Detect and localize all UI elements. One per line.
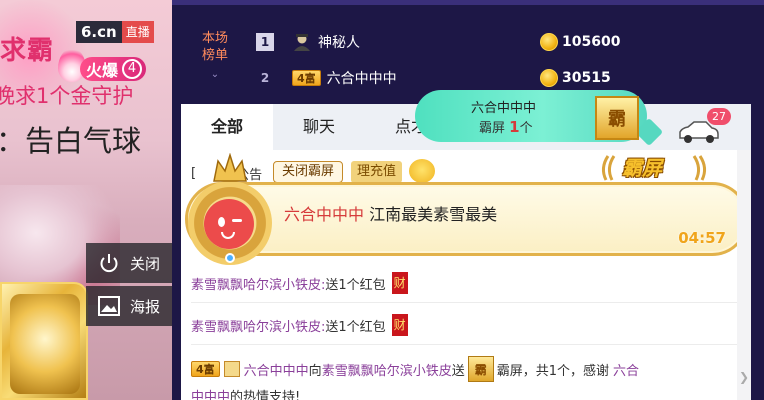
- video-overlay-line3: ：告白气球: [0, 124, 142, 158]
- close-ba-screen-button[interactable]: 关闭霸屏: [273, 161, 344, 183]
- rank-index: 2: [260, 71, 270, 85]
- coin-icon: [540, 69, 558, 87]
- emoji-icon: [409, 159, 435, 183]
- hot-label: 火爆: [86, 61, 119, 80]
- hot-rank-badge: 火爆 4: [58, 48, 147, 82]
- ba-gift-icon: 霸: [467, 356, 494, 382]
- ba-screen-badge: 霸屏: [598, 150, 710, 186]
- message-user[interactable]: 素雪飘飘哈尔滨小铁皮:: [191, 316, 325, 335]
- message-text: 送1个红包: [325, 319, 386, 335]
- divider: [191, 302, 737, 303]
- hot-rank-number: 4: [122, 59, 143, 79]
- ba-screen-banner: 六合中中中 江南最美素雪最美 04:57: [185, 153, 749, 265]
- close-video-label: 关闭: [130, 254, 161, 273]
- crown-icon: [213, 153, 247, 182]
- thanks-text: 的热情支持!: [230, 390, 301, 400]
- ba-gift-icon: 霸: [595, 96, 639, 140]
- ranking-row-2[interactable]: 2 4富 六合中中中 30515: [256, 64, 746, 92]
- send-text: 送: [451, 363, 465, 379]
- tab-chat[interactable]: 聊天: [273, 104, 365, 150]
- ranking-user-name: 神秘人: [318, 35, 360, 51]
- notice-bracket: [: [191, 166, 197, 181]
- user-icon: [223, 361, 240, 377]
- ba-message: 六合中中中 江南最美素雪最美: [284, 201, 497, 225]
- avatar: [188, 153, 272, 265]
- rank-index: 1: [256, 33, 274, 51]
- thank-name-cont[interactable]: 中中中: [191, 386, 230, 400]
- message-user[interactable]: 素雪飘飘哈尔滨小铁皮:: [191, 274, 325, 293]
- red-envelope-icon: 财: [391, 272, 408, 294]
- list-item-continued: 中中中 的热情支持!: [191, 386, 300, 400]
- ranking-user: 神秘人: [292, 32, 540, 52]
- to-text: 向: [308, 363, 322, 379]
- gold-gift-animation: [0, 282, 88, 400]
- ranking-coins: 30515: [562, 70, 611, 86]
- receiver-name[interactable]: 素雪飘飘哈尔滨小铁皮: [322, 360, 452, 379]
- ba-countdown: 04:57: [678, 229, 726, 247]
- ranking-row-1[interactable]: 1 神秘人 105600: [256, 28, 746, 56]
- message-text: 送1个红包: [325, 277, 386, 293]
- poster-button[interactable]: 海报: [86, 286, 172, 326]
- tab-all[interactable]: 全部: [181, 104, 273, 150]
- video-overlay-line1: 求霸: [0, 36, 55, 66]
- ba-message-text: 江南最美素雪最美: [369, 205, 498, 224]
- ba-badge-text: 霸屏: [622, 156, 662, 180]
- chat-scrollbar[interactable]: ❯: [737, 150, 751, 400]
- live-label: 直播: [121, 21, 154, 43]
- list-item: 素雪飘飘哈尔滨小铁皮: 送1个红包 财: [191, 314, 408, 336]
- close-video-button[interactable]: 关闭: [86, 243, 172, 283]
- ba-card-count: 霸屏 1个: [479, 117, 533, 136]
- list-item: 4富 六合中中中 向 素雪飘飘哈尔滨小铁皮 送 霸 霸屏，共1个，感谢 六合: [191, 356, 639, 382]
- recharge-link[interactable]: 理充值: [351, 161, 403, 183]
- chevron-right-icon: ❯: [739, 370, 750, 384]
- image-icon: [96, 293, 122, 319]
- video-overlay-line2: 晚求1个金守护: [0, 84, 134, 108]
- ranking-user-name: 六合中中中: [326, 71, 397, 87]
- ba-card-label: 霸屏: [479, 121, 506, 136]
- sender-name[interactable]: 六合中中中: [244, 360, 309, 379]
- ranking-coins: 105600: [562, 34, 621, 50]
- ba-card-name: 六合中中中: [471, 101, 537, 116]
- session-ranking-tab[interactable]: 本场 榜单 ⌄: [188, 30, 242, 83]
- divider: [191, 344, 737, 345]
- thank-name[interactable]: 六合: [613, 360, 639, 379]
- site-logo: 6.cn 直播: [76, 21, 154, 43]
- ba-screen-card[interactable]: 六合中中中 霸屏 1个 霸: [415, 90, 667, 147]
- top-border: [172, 0, 764, 5]
- ba-sender-name[interactable]: 六合中中中: [284, 205, 364, 224]
- ba-card-number: 1: [509, 118, 520, 136]
- ranking-user: 4富 六合中中中: [292, 68, 540, 88]
- coin-icon: [540, 33, 558, 51]
- red-envelope-icon: 财: [391, 314, 408, 336]
- list-item: 素雪飘飘哈尔滨小铁皮: 送1个红包 财: [191, 272, 408, 294]
- wealth-level-badge: 4富: [191, 361, 220, 377]
- poster-label: 海报: [130, 297, 161, 316]
- brand-name: 6.cn: [76, 21, 122, 43]
- chevron-down-icon: ⌄: [210, 69, 220, 80]
- mystery-user-icon: [294, 34, 310, 51]
- hot-pill: 火爆 4: [80, 57, 147, 81]
- ranking-tab-label: 本场 榜单: [201, 31, 228, 63]
- chat-panel: 全部 聊天 点才 [ 公告 关闭霸屏 理充值 六合中中中 江南最美素雪最美 04…: [181, 104, 751, 400]
- ba-card-unit: 个: [519, 121, 533, 136]
- gift-text: 霸屏，共1个，感谢: [496, 363, 609, 379]
- car-count-badge: 27: [707, 108, 731, 125]
- power-icon: [96, 250, 122, 276]
- wealth-level-badge: 4富: [292, 70, 321, 86]
